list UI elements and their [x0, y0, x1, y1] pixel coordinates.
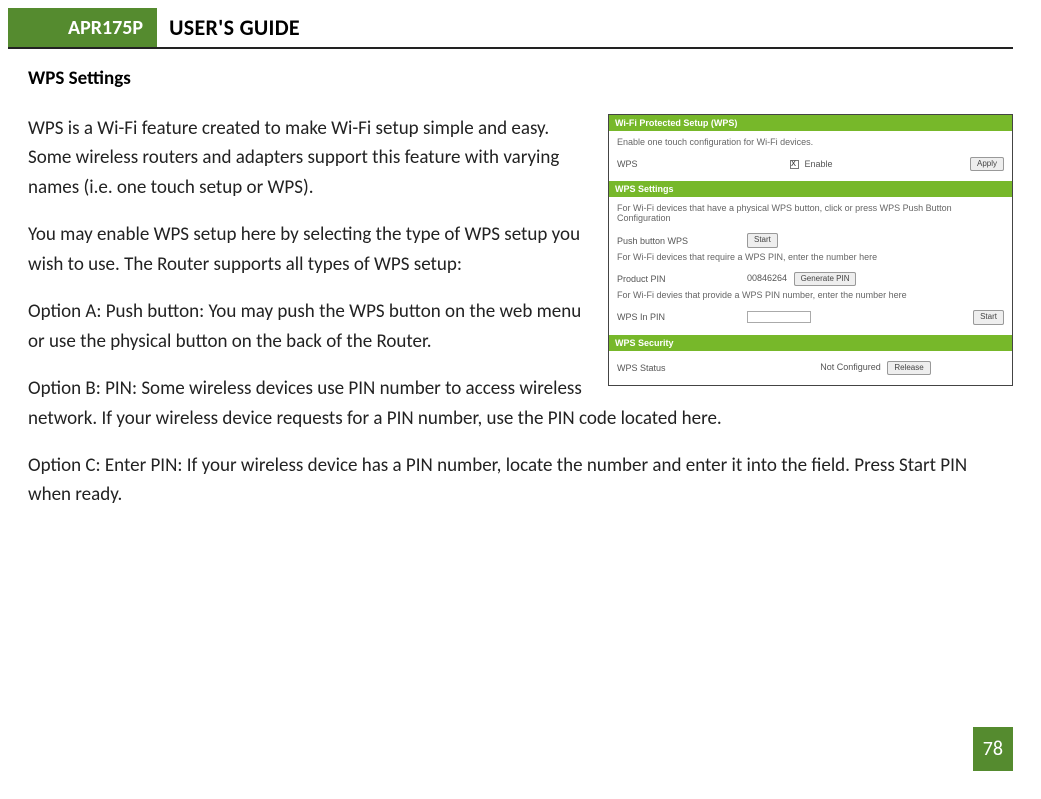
panel-note-pin: For Wi-Fi devices that require a WPS PIN… [617, 252, 1004, 262]
panel-header-security: WPS Security [609, 335, 1012, 351]
panel-note-push: For Wi-Fi devices that have a physical W… [617, 203, 1004, 223]
wps-row-label: WPS [617, 159, 747, 169]
product-badge: APR175P [8, 8, 157, 47]
product-pin-label: Product PIN [617, 274, 747, 284]
page-number: 78 [973, 727, 1013, 771]
guide-title: USER'S GUIDE [157, 8, 312, 47]
page-content: WPS Settings Wi-Fi Protected Setup (WPS)… [0, 49, 1041, 528]
page-header: APR175P USER'S GUIDE [8, 8, 1013, 49]
section-title: WPS Settings [28, 67, 1013, 90]
wps-status-value: Not Configured [820, 362, 881, 372]
paragraph: Option C: Enter PIN: If your wireless de… [28, 451, 1013, 510]
enable-checkbox[interactable] [790, 160, 799, 169]
wps-config-panel: Wi-Fi Protected Setup (WPS) Enable one t… [608, 114, 1013, 386]
wps-pin-input[interactable] [747, 311, 811, 323]
wps-status-label: WPS Status [617, 363, 747, 373]
panel-header-settings: WPS Settings [609, 181, 1012, 197]
start-button-push[interactable]: Start [747, 233, 778, 247]
panel-note-inpin: For Wi-Fi devies that provide a WPS PIN … [617, 290, 1004, 300]
panel-header-wps: Wi-Fi Protected Setup (WPS) [609, 115, 1012, 131]
generate-pin-button[interactable]: Generate PIN [794, 272, 857, 286]
apply-button[interactable]: Apply [970, 157, 1004, 171]
wps-in-pin-label: WPS In PIN [617, 312, 747, 322]
panel-note-enable: Enable one touch configuration for Wi-Fi… [617, 137, 1004, 147]
enable-label: Enable [804, 159, 832, 169]
product-pin-value: 00846264 [747, 273, 787, 283]
start-button-pin[interactable]: Start [973, 310, 1004, 324]
push-button-label: Push button WPS [617, 236, 747, 246]
release-button[interactable]: Release [887, 361, 930, 375]
